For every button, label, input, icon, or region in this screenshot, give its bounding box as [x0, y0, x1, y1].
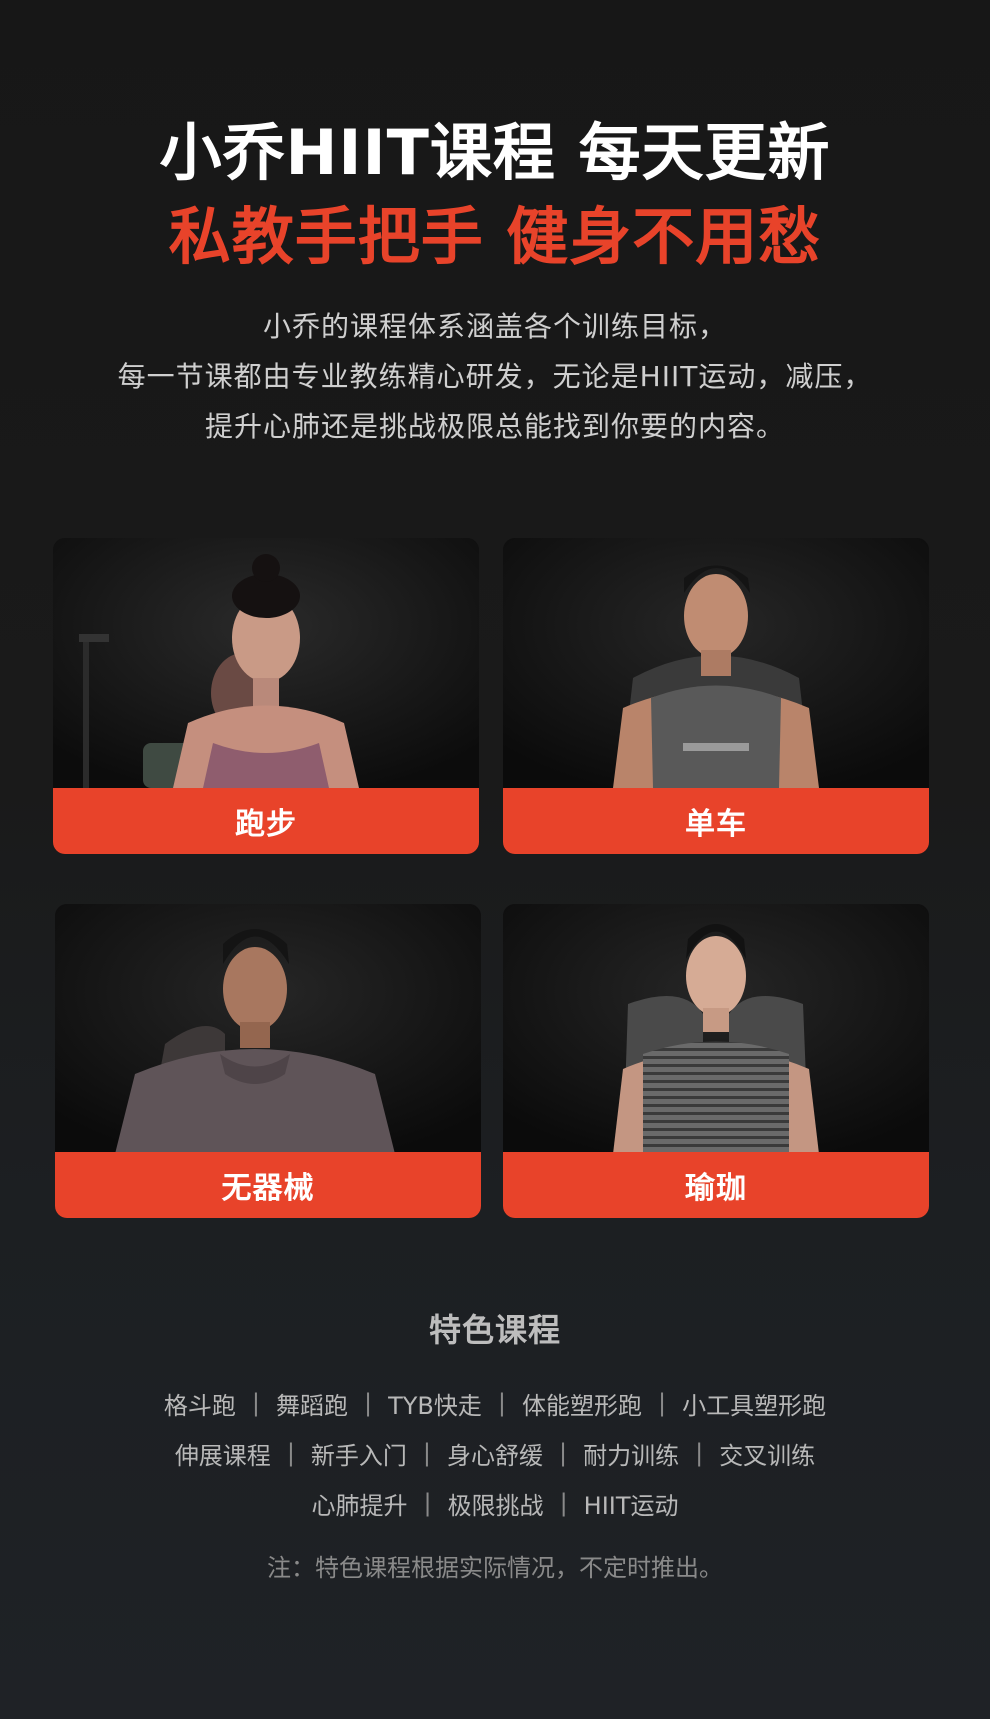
category-label-bar: 无器械 — [55, 1152, 481, 1218]
tag-separator: | — [657, 1389, 667, 1417]
tag-separator: | — [695, 1439, 704, 1467]
promo-page: 小乔HIIT课程 每天更新 私教手把手 健身不用愁 小乔的课程体系涵盖各个训练目… — [0, 0, 990, 1719]
tag-separator: | — [559, 1439, 568, 1467]
tag-separator: | — [286, 1439, 295, 1467]
tag-separator: | — [364, 1389, 373, 1417]
featured-courses-title: 特色课程 — [428, 1311, 561, 1349]
course-tag[interactable]: 伸展课程 — [175, 1436, 271, 1471]
course-tag[interactable]: 极限挑战 — [448, 1486, 544, 1521]
course-tag[interactable]: 交叉训练 — [719, 1436, 815, 1471]
tag-separator: | — [251, 1389, 260, 1417]
intro-line: 小乔的课程体系涵盖各个训练目标， — [262, 310, 727, 343]
coach-photo — [55, 904, 481, 1154]
category-label-bar: 单车 — [503, 788, 929, 854]
coach-photo — [53, 538, 479, 788]
tag-separator: | — [423, 1489, 432, 1517]
tag-separator: | — [559, 1489, 568, 1517]
category-label-bar: 瑜珈 — [503, 1152, 929, 1218]
course-tag[interactable]: 耐力训练 — [583, 1436, 679, 1471]
category-label: 单车 — [685, 807, 747, 842]
course-tag[interactable]: 心肺提升 — [311, 1486, 407, 1521]
category-label: 跑步 — [235, 807, 297, 842]
course-tag[interactable]: 格斗跑 — [164, 1386, 236, 1421]
tag-row: 伸展课程 | 新手入门 | 身心舒缓 | 耐力训练 | 交叉训练 — [0, 1428, 990, 1478]
category-label: 无器械 — [221, 1171, 315, 1206]
tag-separator: | — [497, 1389, 506, 1417]
headline-primary: 小乔HIIT课程 每天更新 — [159, 116, 831, 189]
tag-row: 心肺提升 | 极限挑战 | HIIT运动 — [0, 1478, 990, 1528]
tag-separator: | — [422, 1439, 431, 1467]
tag-row: 格斗跑 | 舞蹈跑 | TYB快走 | 体能塑形跑 | 小工具塑形跑 — [0, 1378, 990, 1428]
course-tag[interactable]: HIIT运动 — [584, 1486, 679, 1521]
category-card-cycling[interactable]: 单车 — [503, 538, 929, 854]
intro-line: 提升心肺还是挑战极限总能找到你要的内容。 — [204, 410, 785, 443]
category-card-yoga[interactable]: 瑜珈 — [503, 904, 929, 1218]
category-label: 瑜珈 — [685, 1171, 747, 1206]
course-tag[interactable]: 新手入门 — [311, 1436, 407, 1471]
course-tag[interactable]: 体能塑形跑 — [522, 1386, 642, 1421]
category-card-running[interactable]: 跑步 — [53, 538, 479, 854]
headline-secondary: 私教手把手 健身不用愁 — [168, 200, 822, 273]
course-tag[interactable]: 舞蹈跑 — [276, 1386, 348, 1421]
course-tag[interactable]: 身心舒缓 — [447, 1436, 543, 1471]
course-tag[interactable]: 小工具塑形跑 — [682, 1386, 826, 1421]
coach-photo — [503, 904, 929, 1154]
featured-tags: 格斗跑 | 舞蹈跑 | TYB快走 | 体能塑形跑 | 小工具塑形跑 伸展课程 … — [0, 1378, 990, 1528]
coach-photo — [503, 538, 929, 788]
footnote: 注：特色课程根据实际情况，不定时推出。 — [267, 1554, 723, 1582]
category-label-bar: 跑步 — [53, 788, 479, 854]
intro-paragraph: 小乔的课程体系涵盖各个训练目标， 每一节课都由专业教练精心研发，无论是HIIT运… — [0, 302, 990, 452]
course-tag[interactable]: TYB快走 — [388, 1386, 482, 1421]
category-card-bodyweight[interactable]: 无器械 — [55, 904, 481, 1218]
intro-line: 每一节课都由专业教练精心研发，无论是HIIT运动，减压， — [117, 360, 873, 393]
